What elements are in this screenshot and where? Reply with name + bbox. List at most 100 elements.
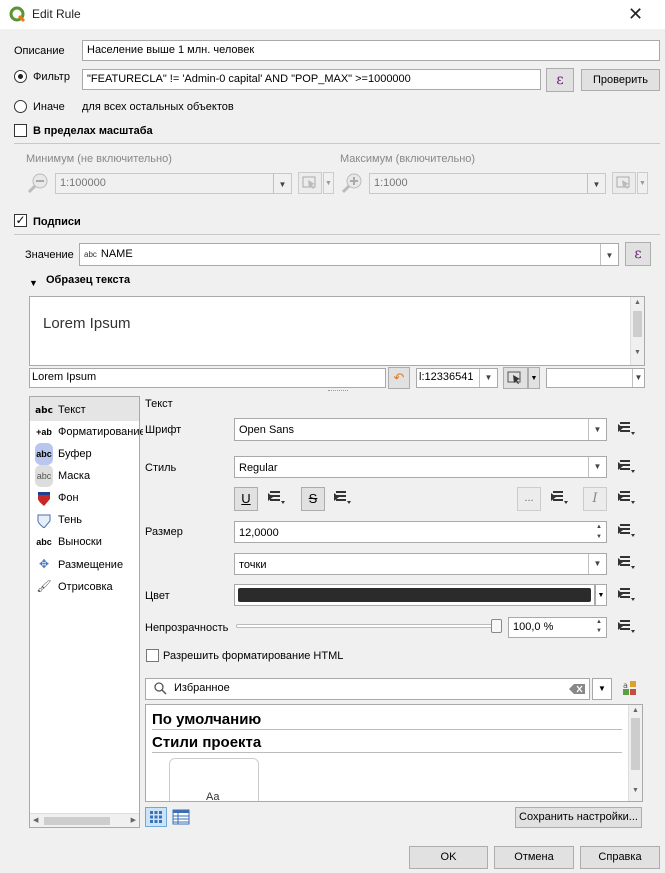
sample-text-input[interactable]: Lorem Ipsum xyxy=(29,368,386,388)
sidebar-item-mask[interactable]: abc Маска xyxy=(35,465,143,487)
size-value: 12,0000 xyxy=(239,527,279,539)
data-defined-override-icon[interactable] xyxy=(617,585,639,605)
font-combo[interactable]: Open Sans ▼ xyxy=(234,418,607,441)
style-manager-icon[interactable]: a xyxy=(621,679,639,697)
color-button[interactable] xyxy=(234,584,595,606)
window-title: Edit Rule xyxy=(32,7,81,21)
max-scale-combo[interactable]: 1:1000 ▼ xyxy=(369,173,606,194)
background-color-combo[interactable]: ▼ xyxy=(546,368,645,388)
reset-preview-button[interactable]: ↶ xyxy=(388,367,410,389)
data-defined-override-icon[interactable] xyxy=(617,419,639,439)
buffer-icon: abc xyxy=(35,443,53,465)
sidebar-hscrollbar[interactable]: ◀ ▶ xyxy=(30,813,139,827)
data-defined-override-icon[interactable] xyxy=(617,488,639,508)
close-icon[interactable]: ✕ xyxy=(628,4,643,25)
list-view-icon[interactable] xyxy=(172,809,190,825)
sidebar-item-text[interactable]: abc Текст xyxy=(35,399,143,421)
filter-radio[interactable] xyxy=(14,70,27,83)
style-combo[interactable]: Regular ▼ xyxy=(234,456,607,478)
chevron-down-icon: ▼ xyxy=(588,554,606,574)
sidebar-item-label: Размещение xyxy=(58,559,124,571)
ok-button[interactable]: OK xyxy=(409,846,488,869)
data-defined-override-icon[interactable] xyxy=(617,457,639,477)
style-group-default[interactable]: По умолчанию xyxy=(152,711,261,728)
value-field-combo[interactable]: abc NAME ▼ xyxy=(79,243,619,266)
sidebar-item-callouts[interactable]: abc Выноски xyxy=(35,531,143,553)
sidebar-item-label: Выноски xyxy=(58,536,102,548)
size-unit-combo[interactable]: точки ▼ xyxy=(234,553,607,575)
chevron-down-icon: ▼ xyxy=(479,369,497,387)
chevron-down-icon[interactable]: ▼ xyxy=(595,584,607,606)
color-label: Цвет xyxy=(145,590,170,602)
sidebar-item-buffer[interactable]: abc Буфер xyxy=(35,443,143,465)
preview-text: Lorem Ipsum xyxy=(43,315,131,332)
sidebar-item-background[interactable]: Фон xyxy=(35,487,143,509)
sidebar-item-shadow[interactable]: Тень xyxy=(35,509,143,531)
size-spinbox[interactable]: 12,0000 ▲ ▼ xyxy=(234,521,607,543)
cancel-button[interactable]: Отмена xyxy=(494,846,574,869)
help-button[interactable]: Справка xyxy=(580,846,660,869)
clear-icon[interactable] xyxy=(569,684,585,694)
style-list: По умолчанию Стили проекта Aa ▲ ▼ xyxy=(145,704,643,802)
style-group-project[interactable]: Стили проекта xyxy=(152,734,261,751)
sidebar-item-rendering[interactable]: 🖌 Отрисовка xyxy=(35,575,143,597)
formatting-icon: +ab xyxy=(36,427,52,437)
data-defined-override-icon[interactable] xyxy=(617,617,639,637)
else-radio[interactable] xyxy=(14,100,27,113)
else-description: для всех остальных объектов xyxy=(82,101,234,113)
labels-checkbox[interactable]: ✓ xyxy=(14,214,27,227)
icon-view-button[interactable] xyxy=(145,807,167,827)
data-defined-override-icon[interactable] xyxy=(267,488,289,508)
description-input[interactable]: Население выше 1 млн. человек xyxy=(82,40,660,61)
collapse-arrow-icon[interactable]: ▼ xyxy=(29,278,38,288)
preview-scrollbar[interactable]: ▲ ▼ xyxy=(630,297,644,365)
html-formatting-checkbox[interactable] xyxy=(146,649,159,662)
preview-scale-combo[interactable]: l:12336541 ▼ xyxy=(416,368,498,388)
data-defined-override-icon[interactable] xyxy=(550,488,572,508)
color-swatch xyxy=(238,588,591,602)
qgis-logo-icon xyxy=(9,6,26,23)
filter-expression-input[interactable]: "FEATURECLA" != 'Admin-0 capital' AND "P… xyxy=(82,69,541,90)
cursor-icon xyxy=(507,371,521,384)
data-defined-override-icon[interactable] xyxy=(617,553,639,573)
labels-title: Подписи xyxy=(33,216,81,228)
min-scale-value: 1:100000 xyxy=(60,177,106,189)
sidebar-item-formatting[interactable]: +ab Форматирование xyxy=(35,421,143,443)
style-list-scrollbar[interactable]: ▲ ▼ xyxy=(628,705,642,801)
chevron-down-icon[interactable]: ▼ xyxy=(528,367,540,389)
expression-builder-button[interactable]: ε xyxy=(625,242,651,266)
save-settings-button[interactable]: Сохранить настройки... xyxy=(515,807,642,828)
text-field-icon: abc xyxy=(84,250,97,259)
expression-builder-button[interactable]: ε xyxy=(546,68,574,92)
chevron-down-icon: ▼ xyxy=(273,174,291,193)
chevron-down-icon[interactable]: ▼ xyxy=(323,172,334,194)
move-arrows-icon: ✥ xyxy=(38,557,50,571)
sidebar-item-placement[interactable]: ✥ Размещение xyxy=(35,553,143,575)
scale-range-checkbox[interactable] xyxy=(14,124,27,137)
value-field-text: NAME xyxy=(100,248,133,260)
data-defined-override-icon[interactable] xyxy=(333,488,355,508)
opacity-slider-handle[interactable] xyxy=(491,619,502,633)
data-defined-override-icon[interactable] xyxy=(617,521,639,541)
zoom-out-icon xyxy=(27,173,48,194)
underline-button[interactable]: U xyxy=(234,487,258,511)
chevron-down-icon: ▼ xyxy=(600,244,618,265)
splitter-handle[interactable] xyxy=(328,390,348,393)
min-scale-combo[interactable]: 1:100000 ▼ xyxy=(55,173,292,194)
opacity-slider-track[interactable] xyxy=(236,624,502,628)
check-button[interactable]: Проверить xyxy=(581,69,660,91)
chevron-down-icon[interactable]: ▼ xyxy=(592,678,612,700)
size-unit-value: точки xyxy=(239,559,267,571)
opacity-spinbox[interactable]: 100,0 % ▲ ▼ xyxy=(508,617,607,638)
text-preview: Lorem Ipsum ▲ ▼ xyxy=(29,296,645,366)
style-preview-tile[interactable]: Aa xyxy=(169,758,259,801)
strikethrough-button[interactable]: S xyxy=(301,487,325,511)
more-options-button[interactable]: ... xyxy=(517,487,541,511)
style-search-input[interactable]: Избранное xyxy=(145,678,590,700)
settings-category-list: abc Текст +ab Форматирование abc Буфер abc М… xyxy=(29,396,143,828)
spin-arrows-icon: ▲ ▼ xyxy=(596,524,602,540)
sidebar-item-label: Фон xyxy=(58,492,79,504)
style-label: Стиль xyxy=(145,462,177,474)
chevron-down-icon[interactable]: ▼ xyxy=(637,172,648,194)
italic-button[interactable]: I xyxy=(583,487,607,511)
